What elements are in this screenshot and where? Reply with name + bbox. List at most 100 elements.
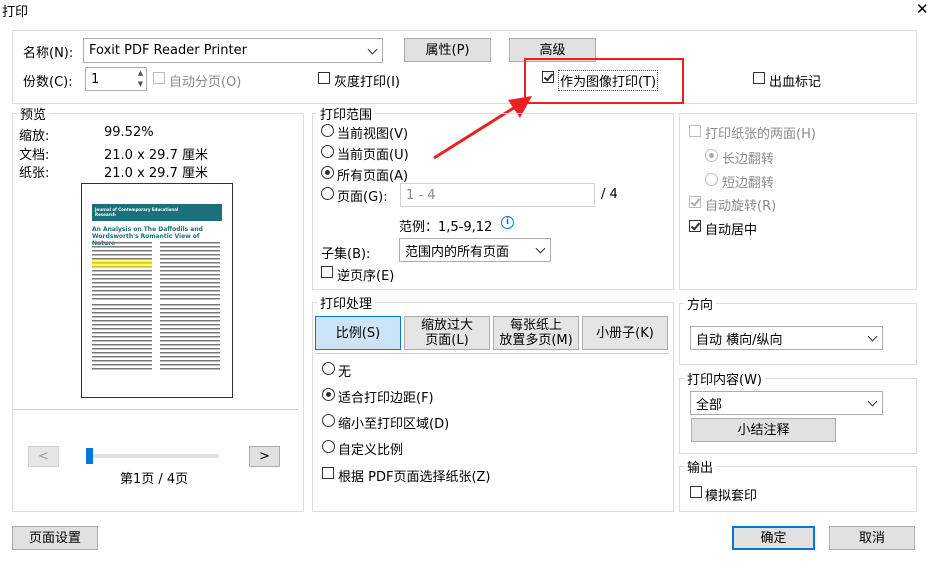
print-handling-title: 打印处理 <box>317 293 376 312</box>
bleed-marks-label: 出血标记 <box>769 75 822 90</box>
window-title: 打印 <box>2 5 29 20</box>
choose-paper-checkbox[interactable] <box>322 467 334 479</box>
orientation-select-value: 自动 横向/纵向 <box>696 332 783 348</box>
info-icon[interactable]: i <box>501 216 514 229</box>
summarize-comments-button[interactable]: 小结注释 <box>691 418 836 442</box>
choose-paper-label: 根据 PDF页面选择纸张(Z) <box>338 470 491 485</box>
current-page-radio[interactable] <box>321 145 334 158</box>
custom-scale-label: 自定义比例 <box>338 443 404 458</box>
page-slider-thumb[interactable] <box>86 448 93 464</box>
cancel-button[interactable]: 取消 <box>829 526 915 550</box>
short-edge-radio[interactable] <box>705 173 718 186</box>
thumb-journal-name: Journal of Contemporary Educational Rese… <box>95 207 179 217</box>
pages-total: / 4 <box>601 187 618 202</box>
fit-margins-label: 适合打印边距(F) <box>338 391 434 406</box>
properties-button[interactable]: 属性(P) <box>404 38 491 62</box>
pages-input-placeholder: 1 - 4 <box>406 187 436 203</box>
fit-margins-radio[interactable] <box>322 388 335 401</box>
copies-label: 份数(C): <box>23 75 73 90</box>
paper-size-label: 纸张: <box>19 166 50 181</box>
output-title: 输出 <box>684 457 717 476</box>
copies-spinner[interactable]: ▲ ▼ <box>135 68 146 90</box>
doc-size-value: 21.0 x 29.7 厘米 <box>104 148 208 163</box>
both-sides-label: 打印纸张的两面(H) <box>705 127 816 142</box>
zoom-label: 缩放: <box>19 129 50 144</box>
bleed-marks-checkbox[interactable] <box>753 72 765 84</box>
tab-multiple-pages-line2: 放置多页(M) <box>499 333 573 348</box>
page-thumbnail: Journal of Contemporary Educational Rese… <box>81 183 233 398</box>
tab-scale[interactable]: 比例(S) <box>315 316 401 350</box>
reverse-order-checkbox[interactable] <box>321 266 333 278</box>
prev-page-button[interactable]: < <box>28 446 59 467</box>
both-sides-checkbox[interactable] <box>689 125 701 137</box>
long-edge-label: 长边翻转 <box>722 152 775 167</box>
shrink-to-area-label: 缩小至打印区域(D) <box>338 417 450 432</box>
pages-input[interactable]: 1 - 4 <box>400 183 595 207</box>
auto-center-label: 自动居中 <box>705 223 758 238</box>
tab-shrink-oversized[interactable]: 缩放过大 页面(L) <box>404 316 490 350</box>
pages-example: 范例：1,5-9,12 <box>399 220 493 235</box>
print-content-group <box>679 378 917 454</box>
short-edge-label: 短边翻转 <box>722 176 775 191</box>
auto-rotate-checkbox[interactable] <box>689 196 701 208</box>
chevron-down-icon <box>535 243 546 254</box>
chevron-down-icon <box>867 331 878 342</box>
copies-value: 1 <box>91 71 100 87</box>
info-icon-glyph: i <box>505 217 510 227</box>
page-indicator: 第1页 / 4页 <box>120 472 189 487</box>
subset-label: 子集(B): <box>321 247 371 262</box>
preview-title: 预览 <box>17 104 50 123</box>
page-slider-track[interactable] <box>88 454 219 458</box>
long-edge-radio[interactable] <box>705 149 718 162</box>
current-page-label: 当前页面(U) <box>337 148 409 163</box>
print-content-title: 打印内容(W) <box>684 369 765 388</box>
doc-size-label: 文档: <box>19 148 50 163</box>
scale-none-radio[interactable] <box>322 362 335 375</box>
current-view-radio[interactable] <box>321 124 334 137</box>
auto-center-checkbox[interactable] <box>689 220 701 232</box>
tab-shrink-oversized-line2: 页面(L) <box>425 333 469 348</box>
all-pages-radio[interactable] <box>321 166 334 179</box>
printer-select[interactable]: Foxit PDF Reader Printer <box>83 38 383 63</box>
collate-label: 自动分页(O) <box>169 75 242 90</box>
simulate-overprint-checkbox[interactable] <box>690 486 702 498</box>
chevron-down-icon <box>367 44 378 54</box>
grayscale-checkbox[interactable] <box>318 72 330 84</box>
printer-select-value: Foxit PDF Reader Printer <box>89 43 247 58</box>
tab-shrink-oversized-line1: 缩放过大 <box>420 318 473 333</box>
printer-name-label: 名称(N): <box>23 46 74 61</box>
print-content-select-value: 全部 <box>696 397 723 413</box>
page-setup-button[interactable]: 页面设置 <box>12 526 98 550</box>
tab-multiple-pages-line1: 每张纸上 <box>509 318 562 333</box>
auto-rotate-label: 自动旋转(R) <box>705 199 777 214</box>
current-view-label: 当前视图(V) <box>337 127 409 142</box>
thumb-body-text <box>92 242 220 370</box>
pages-label: 页面(G): <box>337 190 388 205</box>
annotation-highlight-box <box>524 58 684 104</box>
grayscale-label: 灰度打印(I) <box>334 75 400 90</box>
chevron-down-icon <box>867 396 878 407</box>
handling-divider <box>315 353 669 354</box>
scale-none-label: 无 <box>338 365 352 380</box>
all-pages-label: 所有页面(A) <box>337 169 409 184</box>
print-content-select[interactable]: 全部 <box>690 391 883 415</box>
paper-size-value: 21.0 x 29.7 厘米 <box>104 166 208 181</box>
subset-select-value: 范围内的所有页面 <box>405 244 510 260</box>
close-icon[interactable]: ✕ <box>916 0 929 18</box>
pages-radio[interactable] <box>321 187 334 200</box>
orientation-select[interactable]: 自动 横向/纵向 <box>690 326 883 350</box>
tab-multiple-pages[interactable]: 每张纸上 放置多页(M) <box>493 316 579 350</box>
subset-select[interactable]: 范围内的所有页面 <box>399 238 551 262</box>
preview-divider <box>14 409 298 410</box>
tab-booklet[interactable]: 小册子(K) <box>582 316 668 350</box>
shrink-to-area-radio[interactable] <box>322 414 335 427</box>
print-range-title: 打印范围 <box>317 104 376 123</box>
ok-button[interactable]: 确定 <box>732 526 815 550</box>
reverse-order-label: 逆页序(E) <box>337 269 395 284</box>
custom-scale-radio[interactable] <box>322 440 335 453</box>
simulate-overprint-label: 模拟套印 <box>705 489 758 504</box>
next-page-button[interactable]: > <box>249 446 280 467</box>
orientation-title: 方向 <box>684 294 717 313</box>
zoom-value: 99.52% <box>104 125 154 140</box>
collate-checkbox[interactable] <box>153 72 165 84</box>
